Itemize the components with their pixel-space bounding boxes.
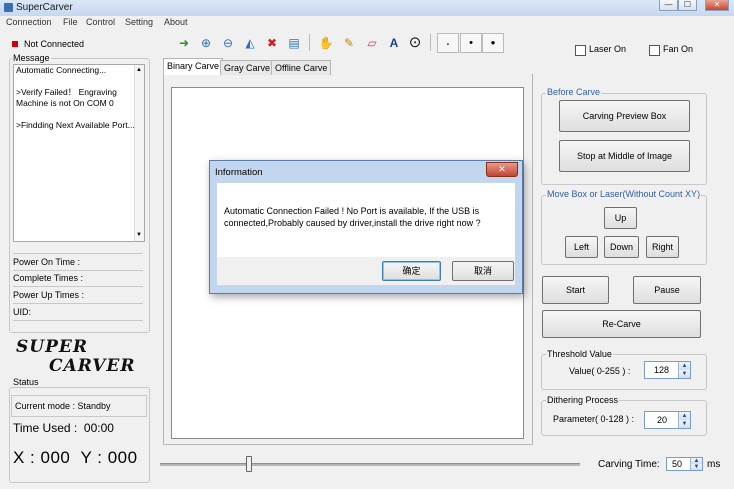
laser-on-checkbox[interactable]: [575, 45, 586, 56]
maximize-button[interactable]: ☐: [678, 0, 697, 11]
message-line: [14, 109, 144, 120]
carving-time-input[interactable]: 50 ▲ ▼: [666, 457, 703, 471]
status-label: Status: [12, 377, 40, 387]
dithering-value: 20: [657, 415, 668, 425]
start-button[interactable]: Start: [542, 276, 609, 304]
dithering-label: Dithering Process: [546, 395, 620, 405]
dialog-ok-button[interactable]: 确定: [382, 261, 441, 281]
pencil-icon[interactable]: ✎: [339, 33, 359, 53]
before-carve-label: Before Carve: [546, 87, 602, 97]
dot-large-icon[interactable]: ●: [482, 33, 504, 53]
dialog-title: Information: [215, 167, 263, 178]
move-down-button[interactable]: Down: [604, 236, 639, 258]
menu-bar: Connection File Control Setting About: [0, 16, 734, 29]
menu-connection[interactable]: Connection: [6, 17, 52, 27]
logo: CARVER: [49, 356, 136, 376]
message-label: Message: [12, 53, 51, 63]
eraser-icon[interactable]: ▱: [362, 33, 382, 53]
target-icon[interactable]: ⊙: [405, 33, 425, 53]
spin-down-icon[interactable]: ▼: [678, 420, 690, 428]
text-icon[interactable]: A: [384, 33, 404, 53]
menu-control[interactable]: Control: [86, 17, 115, 27]
recarve-button[interactable]: Re-Carve: [542, 310, 701, 338]
current-mode: Current mode : Standby: [11, 395, 147, 417]
dithering-input[interactable]: 20 ▲ ▼: [644, 411, 691, 429]
carving-time-unit: ms: [707, 459, 721, 470]
dot-medium-icon[interactable]: •: [460, 33, 482, 53]
message-line: Automatic Connecting...: [16, 65, 107, 75]
dialog-close-button[interactable]: ✕: [486, 162, 518, 177]
tab-gray-carve[interactable]: Gray Carve: [220, 60, 275, 75]
menu-file[interactable]: File: [63, 17, 78, 27]
spin-down-icon[interactable]: ▼: [690, 464, 702, 470]
tab-binary-carve[interactable]: Binary Carve: [163, 58, 224, 75]
menu-setting[interactable]: Setting: [125, 17, 153, 27]
flip-icon[interactable]: ◭: [240, 33, 260, 53]
tab-offline-carve[interactable]: Offline Carve: [271, 60, 332, 75]
spin-up-icon[interactable]: ▲: [678, 412, 690, 420]
scroll-down-icon[interactable]: ▼: [136, 230, 142, 241]
message-log[interactable]: Automatic Connecting... >Verify Failed！ …: [13, 64, 145, 242]
stop-middle-button[interactable]: Stop at Middle of Image: [559, 140, 690, 172]
threshold-input[interactable]: 128 ▲ ▼: [644, 361, 691, 379]
minimize-button[interactable]: —: [659, 0, 678, 11]
dialog-body: Automatic Connection Failed ! No Port is…: [217, 183, 515, 257]
logo-line2: CARVER: [49, 356, 136, 376]
dialog-cancel-button[interactable]: 取消: [452, 261, 514, 281]
carving-preview-box-button[interactable]: Carving Preview Box: [559, 100, 690, 132]
open-icon[interactable]: ➜: [174, 33, 194, 53]
uid: UID:: [13, 304, 143, 321]
connection-indicator: [12, 41, 18, 47]
message-line: >Verify Failed！ Engraving Machine is not…: [16, 87, 120, 108]
carving-time-value: 50: [672, 459, 683, 469]
move-left-button[interactable]: Left: [565, 236, 598, 258]
slider-thumb[interactable]: [246, 456, 252, 472]
connection-status: Not Connected: [24, 39, 85, 49]
fan-on-checkbox[interactable]: [649, 45, 660, 56]
dithering-field-label: Parameter( 0-128 ) :: [553, 414, 635, 424]
coordinates: X : 000 Y : 000: [13, 448, 138, 467]
time-used: Time Used : 00:00: [13, 421, 114, 435]
complete-times: Complete Times :: [13, 270, 143, 287]
message-line: >Findding Next Available Port...: [16, 120, 135, 130]
scroll-up-icon[interactable]: ▲: [136, 65, 142, 76]
message-scrollbar[interactable]: ▲ ▼: [134, 65, 144, 241]
zoom-in-icon[interactable]: ⊕: [196, 33, 216, 53]
message-line: [14, 76, 144, 87]
logo-line1: SUPER: [16, 337, 88, 357]
zoom-out-icon[interactable]: ⊖: [218, 33, 238, 53]
dot-small-icon[interactable]: ·: [437, 33, 459, 53]
move-box-label: Move Box or Laser(Without Count XY): [546, 189, 702, 199]
power-up-times: Power Up Times :: [13, 287, 143, 304]
save-icon[interactable]: ▤: [284, 33, 304, 53]
dialog-message: Automatic Connection Failed ! No Port is…: [224, 206, 481, 228]
move-up-button[interactable]: Up: [604, 207, 637, 229]
spin-up-icon[interactable]: ▲: [678, 362, 690, 370]
spin-down-icon[interactable]: ▼: [678, 370, 690, 378]
fan-on-label: Fan On: [663, 44, 694, 54]
logo: SUPER: [16, 337, 88, 357]
window-title: SuperCarver: [16, 2, 73, 13]
pause-button[interactable]: Pause: [633, 276, 701, 304]
information-dialog: Information ✕ Automatic Connection Faile…: [209, 160, 523, 294]
menu-about[interactable]: About: [164, 17, 188, 27]
app-icon: [4, 3, 13, 12]
power-on-time: Power On Time :: [13, 253, 143, 271]
carving-time-label: Carving Time:: [598, 459, 660, 470]
toolbar-separator: [430, 34, 431, 51]
delete-icon[interactable]: ✖: [262, 33, 282, 53]
threshold-field-label: Value( 0-255 ) :: [569, 366, 631, 376]
laser-on-label: Laser On: [589, 44, 627, 54]
close-button[interactable]: ✕: [705, 0, 729, 11]
carving-speed-slider[interactable]: [160, 463, 580, 466]
dialog-footer: 确定 取消: [217, 257, 515, 285]
title-bar: SuperCarver: [0, 0, 734, 17]
move-right-button[interactable]: Right: [646, 236, 679, 258]
toolbar-separator: [309, 34, 310, 51]
hand-icon[interactable]: ✋: [316, 33, 336, 53]
threshold-label: Threshold Value: [546, 349, 613, 359]
threshold-value: 128: [654, 365, 670, 375]
